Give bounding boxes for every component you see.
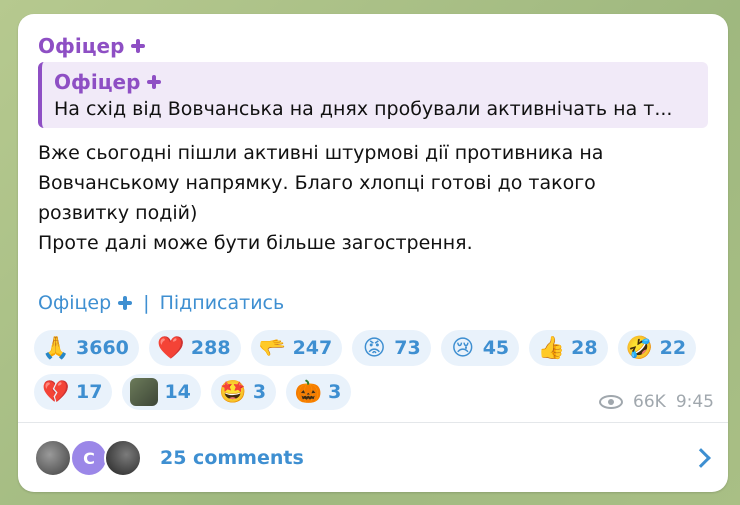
- reaction-chip[interactable]: 😡 73: [352, 330, 431, 366]
- reaction-chip[interactable]: 😢 45: [440, 330, 520, 366]
- star-struck-face-icon: 🤩: [219, 379, 247, 405]
- thumbs-up-icon: 👍: [537, 335, 565, 361]
- reaction-count: 14: [164, 381, 191, 403]
- red-heart-icon: ❤️: [157, 335, 185, 361]
- commenter-avatars: C: [34, 436, 154, 480]
- message-line: Вовчанському напрямку. Благо хлопці гото…: [38, 172, 596, 194]
- reaction-count: 45: [482, 337, 510, 359]
- angry-face-icon: 😡: [362, 335, 386, 361]
- post-author-name[interactable]: Офіцер: [38, 34, 124, 58]
- message-text: Вже сьогодні пішли активні штурмові дії …: [38, 138, 708, 258]
- divider: [18, 422, 728, 423]
- comments-count-label: 25 comments: [160, 447, 304, 469]
- reaction-chip[interactable]: 👍 28: [529, 330, 608, 366]
- reaction-count: 17: [76, 381, 103, 403]
- separator: |: [143, 292, 150, 314]
- plus-badge-icon: [117, 295, 133, 311]
- message-line: Проте далі може бути більше загострення.: [38, 232, 473, 254]
- comments-button[interactable]: C 25 comments: [34, 434, 718, 482]
- chevron-right-icon: [691, 448, 711, 468]
- message-line: розвитку подій): [38, 202, 198, 224]
- reaction-count: 3660: [76, 337, 129, 359]
- reply-author-name: Офіцер: [54, 70, 141, 94]
- reaction-count: 28: [571, 337, 598, 359]
- reaction-count: 3: [328, 381, 342, 403]
- plus-badge-icon: [130, 38, 146, 54]
- view-count: 66K: [633, 392, 666, 412]
- message-meta: 66K 9:45: [599, 392, 714, 412]
- plus-badge-icon: [146, 74, 162, 90]
- broken-heart-icon: 💔: [42, 379, 70, 405]
- reply-quote[interactable]: Офіцер На схід від Вовчанська на днях пр…: [38, 62, 708, 128]
- avatar: C: [70, 439, 108, 477]
- signature-row: Офіцер | Підписатись: [38, 292, 284, 314]
- reaction-chip[interactable]: 🫳 247: [250, 330, 343, 366]
- reaction-count: 3: [252, 381, 267, 403]
- channel-link[interactable]: Офіцер: [38, 292, 111, 314]
- crying-face-icon: 😢: [451, 335, 475, 361]
- avatar: [104, 439, 142, 477]
- reply-text: На схід від Вовчанська на днях пробували…: [54, 98, 673, 120]
- avatar: [34, 439, 72, 477]
- reaction-chip[interactable]: 🙏 3660: [34, 330, 139, 366]
- message-bubble: Офіцер Офіцер На схід від Вовчанська на …: [18, 14, 728, 492]
- reply-author: Офіцер: [54, 68, 696, 96]
- reaction-count: 22: [659, 337, 687, 359]
- message-time: 9:45: [675, 392, 714, 412]
- custom-avatar-emoji-image: [130, 378, 159, 406]
- rofl-face-icon: 🤣: [625, 335, 654, 361]
- folded-hands-icon: 🙏: [42, 335, 70, 361]
- eye-icon: [599, 395, 624, 409]
- reaction-count: 73: [394, 337, 421, 359]
- custom-avatar-emoji-icon: [130, 378, 159, 406]
- reaction-chip[interactable]: 🤩 3: [210, 374, 277, 410]
- subscribe-link[interactable]: Підписатись: [160, 292, 285, 314]
- reaction-chip[interactable]: 💔 17: [34, 374, 113, 410]
- reaction-chip[interactable]: 🎃 3: [286, 374, 352, 410]
- reaction-chip[interactable]: 🤣 22: [617, 330, 697, 366]
- reaction-chip[interactable]: 14: [122, 374, 201, 410]
- pointing-hand-icon: 🫳: [258, 335, 287, 361]
- pumpkin-icon: 🎃: [294, 379, 322, 405]
- message-line: Вже сьогодні пішли активні штурмові дії …: [38, 142, 604, 164]
- reaction-chip[interactable]: ❤️ 288: [148, 330, 241, 366]
- reaction-count: 288: [190, 337, 231, 359]
- post-author[interactable]: Офіцер: [38, 34, 146, 58]
- reaction-count: 247: [292, 337, 333, 359]
